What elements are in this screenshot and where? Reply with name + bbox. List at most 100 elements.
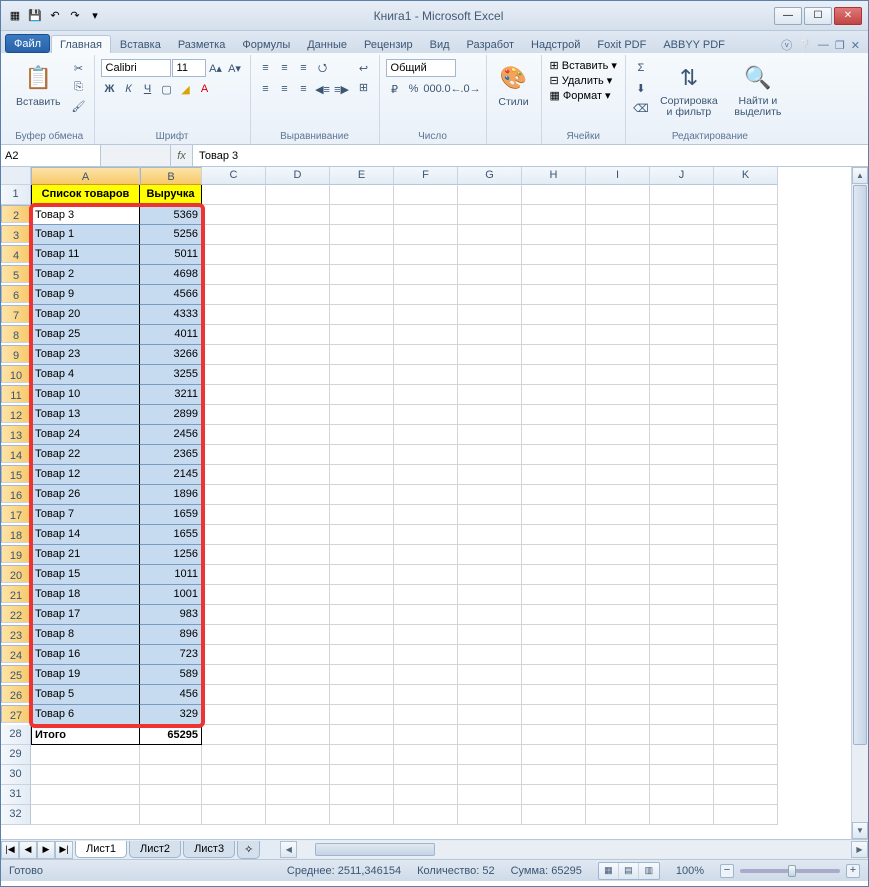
cell[interactable] <box>586 285 650 305</box>
cell[interactable] <box>458 265 522 285</box>
cell[interactable]: Товар 22 <box>31 445 140 465</box>
cell[interactable] <box>458 205 522 225</box>
cell[interactable] <box>522 385 586 405</box>
cell[interactable] <box>394 285 458 305</box>
cell[interactable] <box>522 665 586 685</box>
cell[interactable] <box>714 485 778 505</box>
cell[interactable] <box>586 505 650 525</box>
cell[interactable] <box>330 385 394 405</box>
zoom-level[interactable]: 100% <box>676 865 704 877</box>
cell[interactable] <box>714 205 778 225</box>
tab-abbyy[interactable]: ABBYY PDF <box>655 36 733 53</box>
cell[interactable] <box>394 565 458 585</box>
cell[interactable] <box>586 645 650 665</box>
cell[interactable] <box>202 205 266 225</box>
cell[interactable] <box>586 585 650 605</box>
cell[interactable] <box>458 525 522 545</box>
cell[interactable] <box>202 665 266 685</box>
cell[interactable] <box>458 445 522 465</box>
cell[interactable] <box>458 625 522 645</box>
cell[interactable] <box>266 485 330 505</box>
cell[interactable] <box>330 185 394 205</box>
cell[interactable] <box>394 485 458 505</box>
bold-icon[interactable]: Ж <box>101 80 119 98</box>
cell[interactable] <box>586 745 650 765</box>
cell[interactable] <box>394 645 458 665</box>
cell[interactable] <box>586 685 650 705</box>
row-header[interactable]: 6 <box>1 285 31 303</box>
cell[interactable] <box>458 745 522 765</box>
cell[interactable]: Товар 3 <box>31 205 140 225</box>
cell[interactable] <box>266 305 330 325</box>
col-header-I[interactable]: I <box>586 167 650 185</box>
increase-decimal-icon[interactable]: .0← <box>443 80 461 98</box>
cell[interactable] <box>586 365 650 385</box>
cut-icon[interactable]: ✂ <box>70 59 88 77</box>
cell[interactable] <box>330 665 394 685</box>
format-painter-icon[interactable]: 🖌 <box>70 97 88 115</box>
clear-icon[interactable]: ⌫ <box>632 99 650 117</box>
cell[interactable] <box>714 605 778 625</box>
cell[interactable] <box>714 385 778 405</box>
cell[interactable] <box>330 345 394 365</box>
cell[interactable] <box>650 505 714 525</box>
cell[interactable] <box>650 645 714 665</box>
cell[interactable] <box>394 725 458 745</box>
col-header-E[interactable]: E <box>330 167 394 185</box>
name-box[interactable] <box>1 145 101 166</box>
cell[interactable] <box>266 625 330 645</box>
cell[interactable] <box>522 405 586 425</box>
cell[interactable]: 589 <box>140 665 202 685</box>
cell[interactable] <box>140 785 202 805</box>
cell[interactable] <box>650 625 714 645</box>
tab-file[interactable]: Файл <box>5 34 50 53</box>
sheet-tab-2[interactable]: Лист2 <box>129 841 181 858</box>
cell[interactable] <box>714 265 778 285</box>
cell[interactable] <box>586 185 650 205</box>
row-header[interactable]: 29 <box>1 745 31 765</box>
cell[interactable] <box>458 345 522 365</box>
vertical-scrollbar[interactable]: ▲ ▼ <box>851 167 868 839</box>
cell[interactable]: 1001 <box>140 585 202 605</box>
cell[interactable] <box>586 445 650 465</box>
cell[interactable] <box>714 725 778 745</box>
cell[interactable] <box>330 525 394 545</box>
font-size-select[interactable] <box>172 59 206 77</box>
cell[interactable] <box>650 445 714 465</box>
cell[interactable] <box>714 285 778 305</box>
row-header[interactable]: 21 <box>1 585 31 603</box>
cell[interactable] <box>330 605 394 625</box>
cell[interactable] <box>394 685 458 705</box>
cell[interactable]: Товар 1 <box>31 225 140 245</box>
cell[interactable] <box>586 625 650 645</box>
tab-addins[interactable]: Надстрой <box>523 36 588 53</box>
cell[interactable]: Товар 26 <box>31 485 140 505</box>
cell[interactable] <box>266 785 330 805</box>
zoom-out-button[interactable]: − <box>720 864 734 878</box>
close-button[interactable]: ✕ <box>834 7 862 25</box>
cell[interactable] <box>714 545 778 565</box>
cell[interactable] <box>522 545 586 565</box>
cell[interactable] <box>266 705 330 725</box>
scroll-right-button[interactable]: ▶ <box>851 841 868 858</box>
fx-button[interactable]: fx <box>171 145 193 166</box>
cell[interactable] <box>394 245 458 265</box>
cell[interactable] <box>330 365 394 385</box>
row-header[interactable]: 2 <box>1 205 31 223</box>
cell[interactable] <box>330 625 394 645</box>
zoom-thumb[interactable] <box>788 865 796 877</box>
cell[interactable] <box>650 685 714 705</box>
cell[interactable] <box>650 305 714 325</box>
cell[interactable]: 1256 <box>140 545 202 565</box>
cell[interactable] <box>522 785 586 805</box>
cell[interactable] <box>330 505 394 525</box>
cell[interactable] <box>202 785 266 805</box>
cell[interactable] <box>266 605 330 625</box>
cell[interactable]: 4011 <box>140 325 202 345</box>
cell[interactable] <box>394 525 458 545</box>
cell[interactable] <box>714 785 778 805</box>
cell[interactable] <box>330 445 394 465</box>
cell[interactable] <box>202 245 266 265</box>
cell[interactable] <box>714 565 778 585</box>
row-header[interactable]: 10 <box>1 365 31 383</box>
